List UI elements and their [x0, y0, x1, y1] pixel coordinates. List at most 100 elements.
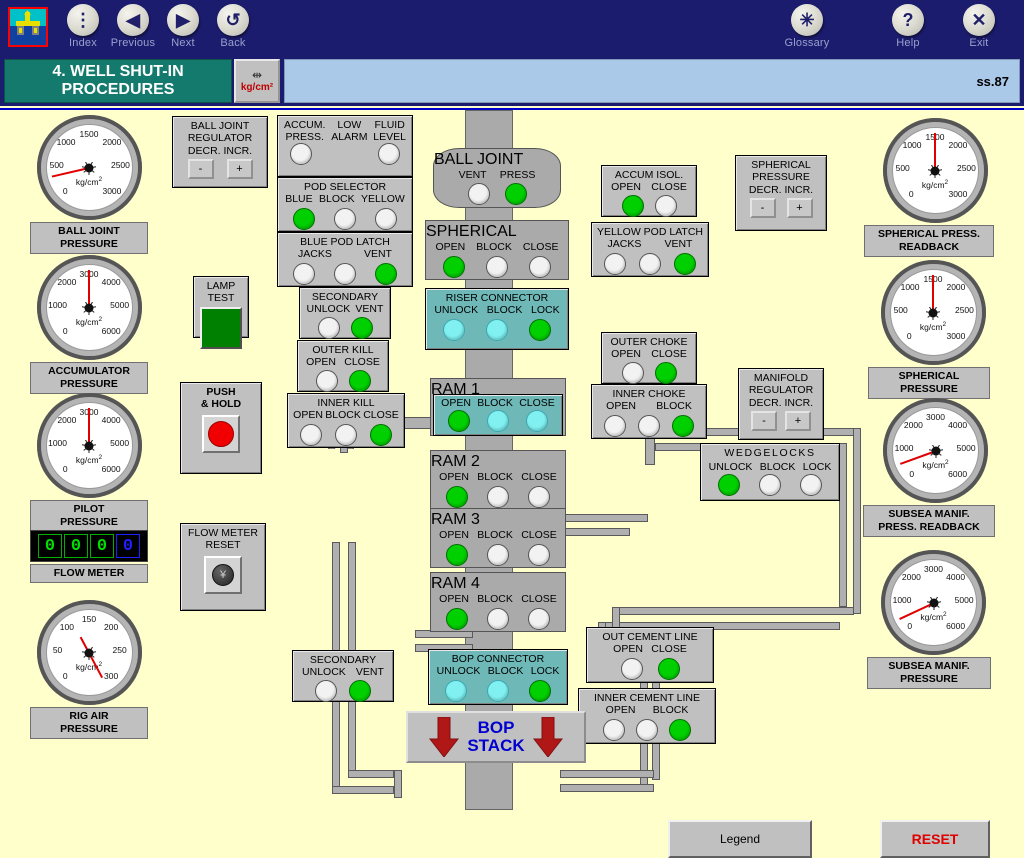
outer-kill-close-lamp[interactable]: [348, 370, 371, 393]
push-hold-button[interactable]: [202, 414, 240, 453]
ram-1-close-lamp[interactable]: [525, 410, 548, 433]
bop-node-bop-connector[interactable]: BOP CONNECTOR UNLOCK BLOCK LOCK: [428, 649, 568, 705]
ram-2-block-lamp[interactable]: [486, 486, 509, 509]
secondary-lower-vent-lamp[interactable]: [349, 680, 371, 703]
panel-secondary-unlock-vent-upper[interactable]: SECONDARY UNLOCK VENT: [299, 287, 391, 340]
ram-4-open-lamp[interactable]: [446, 608, 469, 631]
bop-node-ram-3[interactable]: RAM 3 OPEN BLOCK CLOSE: [430, 508, 566, 568]
fluid-level-alarm-lamp[interactable]: [378, 143, 400, 166]
ram-1-open-lamp[interactable]: [448, 410, 471, 433]
panel-secondary-unlock-vent-lower[interactable]: SECONDARY UNLOCK VENT: [292, 650, 394, 703]
nav-glossary-button[interactable]: ✳ Glossary: [774, 4, 840, 54]
spherical-increase-button[interactable]: +: [786, 198, 813, 219]
panel-blue-pod-latch[interactable]: BLUE POD LATCH JACKS VENT: [277, 232, 413, 287]
accum-press-low-alarm-lamp[interactable]: [290, 143, 312, 166]
panel-flow-meter-reset[interactable]: FLOW METER RESET ¥: [180, 523, 266, 611]
inner-choke-block-lamp[interactable]: [672, 415, 694, 438]
manifold-increase-button[interactable]: +: [785, 411, 811, 432]
panel-inner-kill[interactable]: INNER KILL OPEN BLOCK CLOSE: [287, 393, 405, 448]
panel-accum-isol[interactable]: ACCUM ISOL. OPEN CLOSE: [601, 165, 697, 218]
ram-2-close-lamp[interactable]: [527, 486, 550, 509]
panel-inner-choke[interactable]: INNER CHOKE OPEN BLOCK: [591, 384, 707, 439]
yellow-pod-latch-vent-lamp[interactable]: [673, 253, 696, 276]
panel-outer-choke[interactable]: OUTER CHOKE OPEN CLOSE: [601, 332, 697, 385]
bop-connector-lock-lamp[interactable]: [529, 680, 551, 703]
nav-back-button[interactable]: ↺ Back: [200, 4, 266, 54]
ram-3-block-lamp[interactable]: [486, 544, 509, 567]
spherical-close-lamp[interactable]: [529, 256, 552, 279]
secondary-unlock-lamp[interactable]: [317, 317, 340, 340]
out-cement-line-open-lamp[interactable]: [620, 658, 643, 681]
secondary-lower-unlock-lamp[interactable]: [315, 680, 337, 703]
ball-joint-vent-lamp[interactable]: [467, 183, 490, 206]
riser-connector-block-lamp[interactable]: [485, 319, 508, 342]
accum-isol-open-lamp[interactable]: [621, 195, 644, 218]
lamp-test-indicator[interactable]: [200, 306, 242, 349]
wedgelocks-lock-lamp[interactable]: [799, 474, 822, 497]
bop-connector-unlock-lamp[interactable]: [445, 680, 467, 703]
spherical-block-lamp[interactable]: [485, 256, 508, 279]
inner-choke-open-lamp[interactable]: [604, 415, 626, 438]
spherical-decrease-button[interactable]: -: [749, 198, 776, 219]
outer-choke-close-lamp[interactable]: [654, 362, 677, 385]
flow-meter-reset-button[interactable]: ¥: [204, 555, 242, 594]
panel-pod-selector[interactable]: POD SELECTOR BLUE BLOCK YELLOW: [277, 177, 413, 232]
bop-connector-block-lamp[interactable]: [487, 680, 509, 703]
panel-out-cement-line[interactable]: OUT CEMENT LINE OPEN CLOSE: [586, 627, 714, 683]
panel-ball-joint-regulator[interactable]: BALL JOINT REGULATOR DECR. INCR. - +: [172, 116, 268, 188]
manifold-decrease-button[interactable]: -: [751, 411, 777, 432]
ram-4-block-lamp[interactable]: [486, 608, 509, 631]
riser-connector-lock-lamp[interactable]: [529, 319, 552, 342]
secondary-vent-lamp[interactable]: [350, 317, 373, 340]
wedgelocks-block-lamp[interactable]: [758, 474, 781, 497]
pod-selector-yellow-lamp[interactable]: [374, 208, 397, 231]
inner-choke-mid-lamp[interactable]: [638, 415, 660, 438]
ball-joint-decrease-button[interactable]: -: [187, 159, 214, 180]
ram-2-open-lamp[interactable]: [446, 486, 469, 509]
inner-cement-line-open-lamp[interactable]: [602, 719, 625, 742]
blue-pod-latch-jacks-lamp[interactable]: [293, 263, 316, 286]
panel-wedgelocks[interactable]: WEDGELOCKS UNLOCK BLOCK LOCK: [700, 443, 840, 501]
pod-selector-blue-lamp[interactable]: [293, 208, 316, 231]
panel-outer-kill[interactable]: OUTER KILL OPEN CLOSE: [297, 340, 389, 393]
wedgelocks-unlock-lamp[interactable]: [718, 474, 741, 497]
blue-pod-latch-vent-lamp[interactable]: [374, 263, 397, 286]
nav-help-button[interactable]: ? Help: [875, 4, 941, 54]
inner-kill-block-lamp[interactable]: [334, 424, 357, 447]
outer-choke-open-lamp[interactable]: [621, 362, 644, 385]
inner-cement-line-mid-lamp[interactable]: [635, 719, 658, 742]
panel-yellow-pod-latch[interactable]: YELLOW POD LATCH JACKS VENT: [591, 222, 709, 277]
ram-1-block-lamp[interactable]: [486, 410, 509, 433]
pod-selector-block-lamp[interactable]: [333, 208, 356, 231]
ball-joint-press-lamp[interactable]: [504, 183, 527, 206]
panel-lamp-test[interactable]: LAMP TEST: [193, 276, 249, 349]
riser-connector-unlock-lamp[interactable]: [442, 319, 465, 342]
out-cement-line-close-lamp[interactable]: [657, 658, 680, 681]
blue-pod-latch-mid-lamp[interactable]: [333, 263, 356, 286]
ram-4-close-lamp[interactable]: [527, 608, 550, 631]
nav-exit-button[interactable]: ✕ Exit: [946, 4, 1012, 54]
bop-node-riser-connector[interactable]: RISER CONNECTOR UNLOCK BLOCK LOCK: [425, 288, 569, 350]
bop-node-ram-2[interactable]: RAM 2 OPEN BLOCK CLOSE: [430, 450, 566, 510]
outer-kill-open-lamp[interactable]: [315, 370, 338, 393]
reset-button[interactable]: RESET: [880, 820, 990, 858]
bop-node-ram-1[interactable]: OPEN BLOCK CLOSE: [433, 394, 563, 436]
panel-accum-press-low-alarm[interactable]: ACCUM. PRESS. LOW ALARM FLUID LEVEL: [277, 115, 413, 177]
inner-kill-open-lamp[interactable]: [300, 424, 323, 447]
bop-node-ball-joint[interactable]: BALL JOINT VENT PRESS: [433, 148, 561, 208]
inner-kill-close-lamp[interactable]: [369, 424, 392, 447]
bop-node-spherical[interactable]: SPHERICAL OPEN BLOCK CLOSE: [425, 220, 569, 280]
accum-isol-close-lamp[interactable]: [654, 195, 677, 218]
spherical-open-lamp[interactable]: [442, 256, 465, 279]
ram-3-close-lamp[interactable]: [527, 544, 550, 567]
panel-spherical-pressure-regulator[interactable]: SPHERICAL PRESSURE DECR. INCR. - +: [735, 155, 827, 231]
unit-toggle-button[interactable]: ⇹ kg/cm²: [234, 59, 280, 103]
panel-push-and-hold[interactable]: PUSH & HOLD: [180, 382, 262, 474]
bop-stack-button[interactable]: BOP STACK: [406, 711, 586, 763]
ram-3-open-lamp[interactable]: [446, 544, 469, 567]
ball-joint-increase-button[interactable]: +: [226, 159, 253, 180]
panel-manifold-regulator[interactable]: MANIFOLD REGULATOR DECR. INCR. - +: [738, 368, 824, 440]
legend-button[interactable]: Legend: [668, 820, 812, 858]
panel-inner-cement-line[interactable]: INNER CEMENT LINE OPEN BLOCK: [578, 688, 716, 744]
yellow-pod-latch-jacks-lamp[interactable]: [604, 253, 627, 276]
